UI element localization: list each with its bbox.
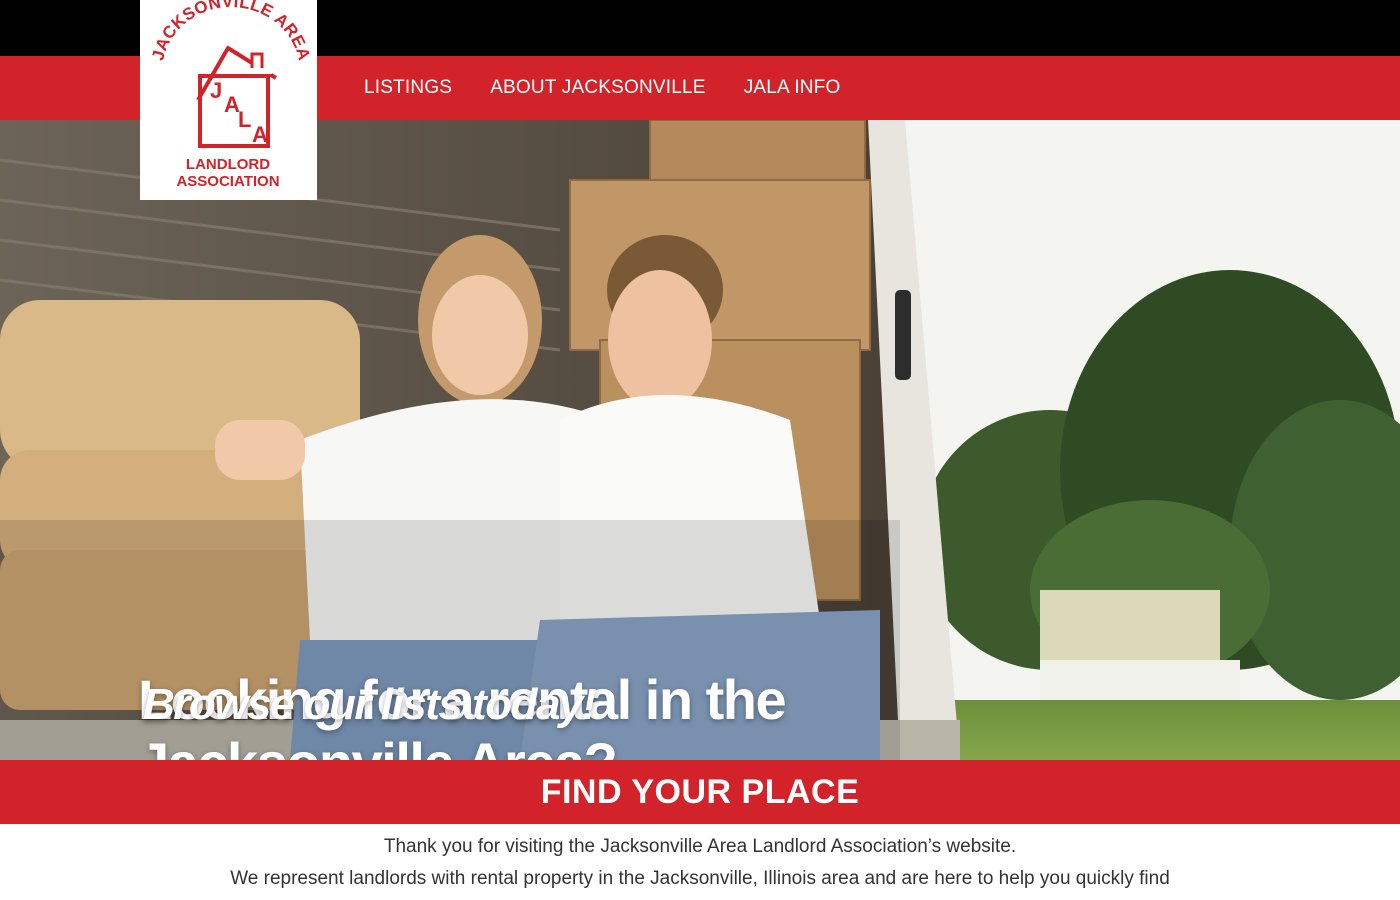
svg-text:JACKSONVILLE AREA: JACKSONVILLE AREA: [148, 0, 314, 62]
main-nav: LISTINGS ABOUT JACKSONVILLE JALA INFO: [364, 56, 841, 120]
lawn: [930, 700, 1400, 760]
logo-arc-text: JACKSONVILLE AREA: [148, 0, 313, 62]
logo-graphic: JACKSONVILLE AREA J A L A LANDLORD ASSOC…: [148, 0, 314, 190]
intro-line-1: Thank you for visiting the Jacksonville …: [383, 836, 1017, 857]
logo-letter-l: L: [238, 107, 251, 132]
logo-landlord-text: LANDLORD: [186, 156, 270, 173]
hero-photo: [0, 120, 1400, 760]
nav-listings[interactable]: LISTINGS: [364, 77, 452, 99]
intro-text: Thank you for visiting the Jacksonville …: [0, 836, 1400, 900]
nav-about-jacksonville[interactable]: ABOUT JACKSONVILLE: [490, 77, 706, 99]
logo-letter-a2: A: [252, 122, 268, 147]
site-logo[interactable]: JACKSONVILLE AREA J A L A LANDLORD ASSOC…: [140, 0, 317, 200]
find-your-place-label: FIND YOUR PLACE: [540, 772, 860, 811]
find-your-place-button[interactable]: FIND YOUR PLACE: [0, 760, 1400, 824]
nav-jala-info[interactable]: JALA INFO: [744, 77, 841, 99]
hero-subhead: Browse our lists today!: [143, 680, 597, 729]
hero-banner: Looking for a rental in the Jacksonville…: [0, 120, 1400, 760]
intro-line-2: We represent landlords with rental prope…: [230, 868, 1170, 889]
logo-association-text: ASSOCIATION: [176, 173, 279, 190]
logo-letter-j: J: [210, 78, 222, 103]
